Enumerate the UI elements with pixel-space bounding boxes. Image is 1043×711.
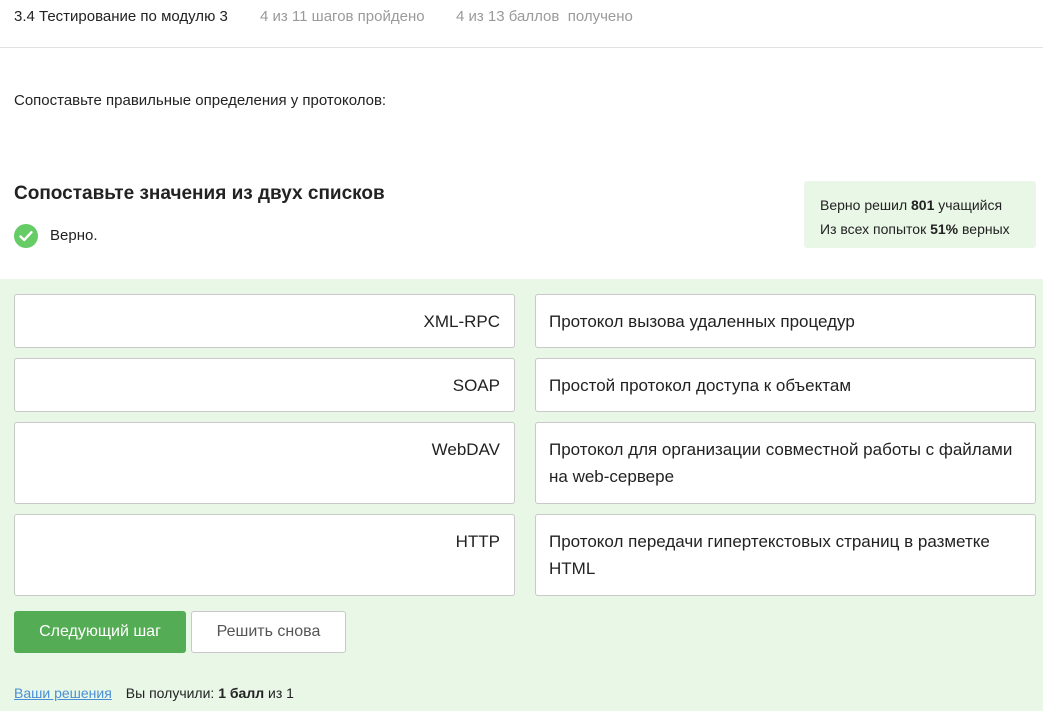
stats-panel: Верно решил 801 учащийся Из всех попыток… [804, 181, 1036, 248]
match-right-item[interactable]: Протокол вызова удаленных процедур [535, 294, 1036, 348]
solved-count: 801 [911, 197, 935, 213]
correct-percent: 51% [930, 221, 959, 237]
match-right-item[interactable]: Протокол для организации совместной рабо… [535, 422, 1036, 504]
verdict: Верно. [14, 223, 97, 248]
match-left-item[interactable]: SOAP [14, 358, 515, 412]
stats-attempts-line: Из всех попыток 51% верных [820, 221, 1010, 237]
task-title: Сопоставьте значения из двух списков [14, 183, 385, 204]
stats-solved-line: Верно решил 801 учащийся [820, 197, 1003, 213]
retry-button[interactable]: Решить снова [191, 611, 346, 653]
lesson-header: 3.4 Тестирование по модулю 3 4 из 11 шаг… [0, 0, 1043, 48]
match-right-item[interactable]: Протокол передачи гипертекстовых страниц… [535, 514, 1036, 596]
your-solutions-link[interactable]: Ваши решения [14, 685, 112, 701]
score-progress: 4 из 13 баллов получено [456, 8, 633, 25]
next-step-button[interactable]: Следующий шаг [14, 611, 186, 653]
lesson-title[interactable]: 3.4 Тестирование по модулю 3 [14, 8, 228, 25]
verdict-text: Верно. [50, 227, 98, 244]
steps-progress: 4 из 11 шагов пройдено [260, 8, 425, 25]
match-left-item[interactable]: HTTP [14, 514, 515, 596]
footer: Ваши решения Вы получили: 1 балл из 1 [14, 685, 294, 701]
match-left-item[interactable]: XML-RPC [14, 294, 515, 348]
match-right-item[interactable]: Простой протокол доступа к объектам [535, 358, 1036, 412]
match-left-item[interactable]: WebDAV [14, 422, 515, 504]
received-score: Вы получили: 1 балл из 1 [125, 685, 294, 701]
question-text: Сопоставьте правильные определения у про… [14, 92, 387, 109]
check-circle-icon [14, 223, 38, 248]
